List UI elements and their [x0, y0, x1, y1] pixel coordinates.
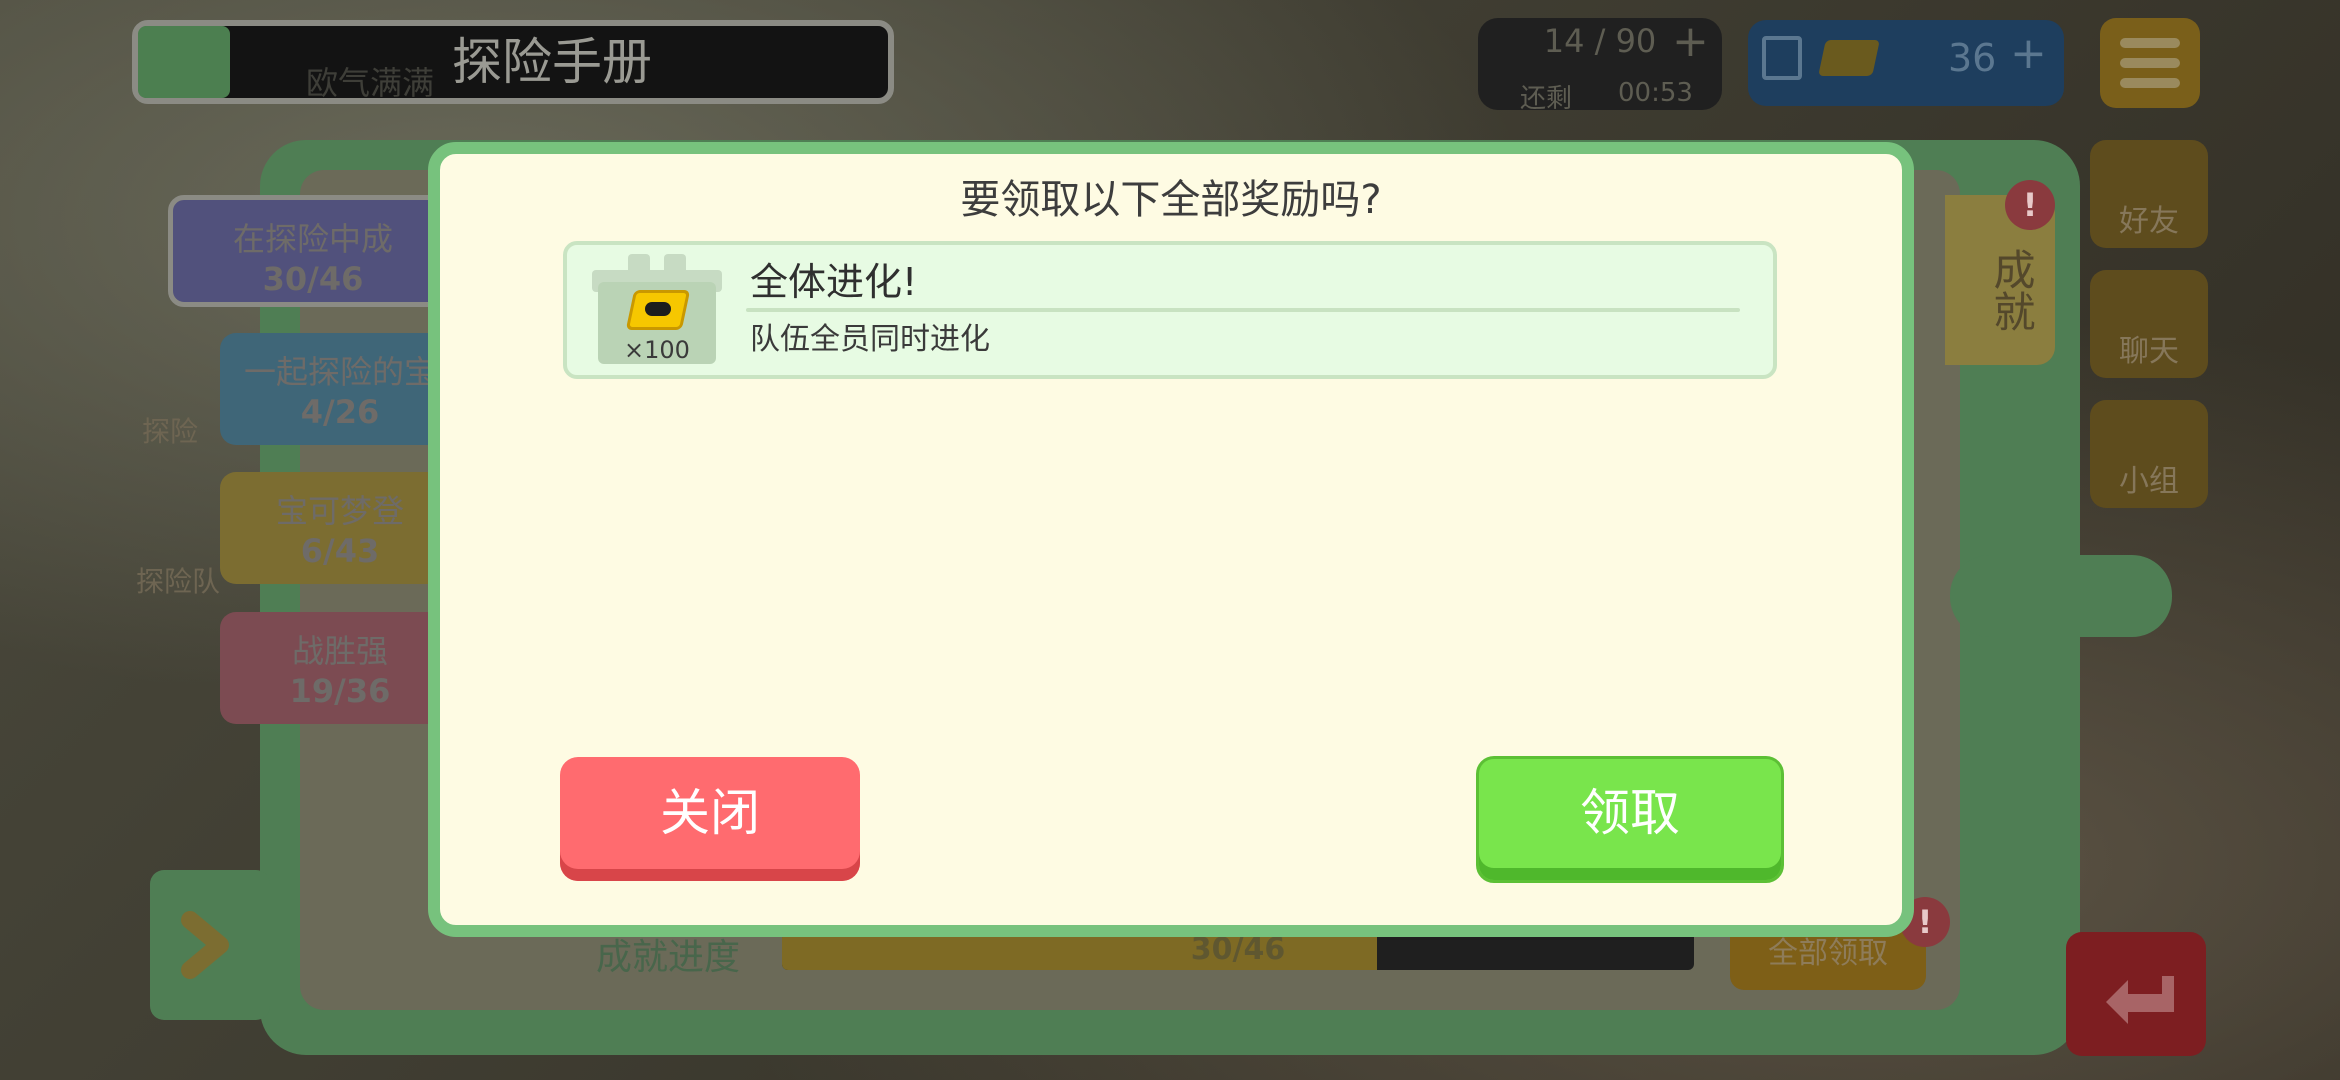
- reward-name: 全体进化!: [750, 260, 918, 304]
- reward-description: 队伍全员同时进化: [750, 322, 990, 357]
- reward-quantity: ×100: [624, 336, 690, 364]
- reward-divider: [746, 308, 1740, 312]
- close-button[interactable]: 关闭: [560, 757, 860, 881]
- dialog-title: 要领取以下全部奖励吗?: [960, 177, 1382, 223]
- claim-button[interactable]: 领取: [1476, 756, 1784, 883]
